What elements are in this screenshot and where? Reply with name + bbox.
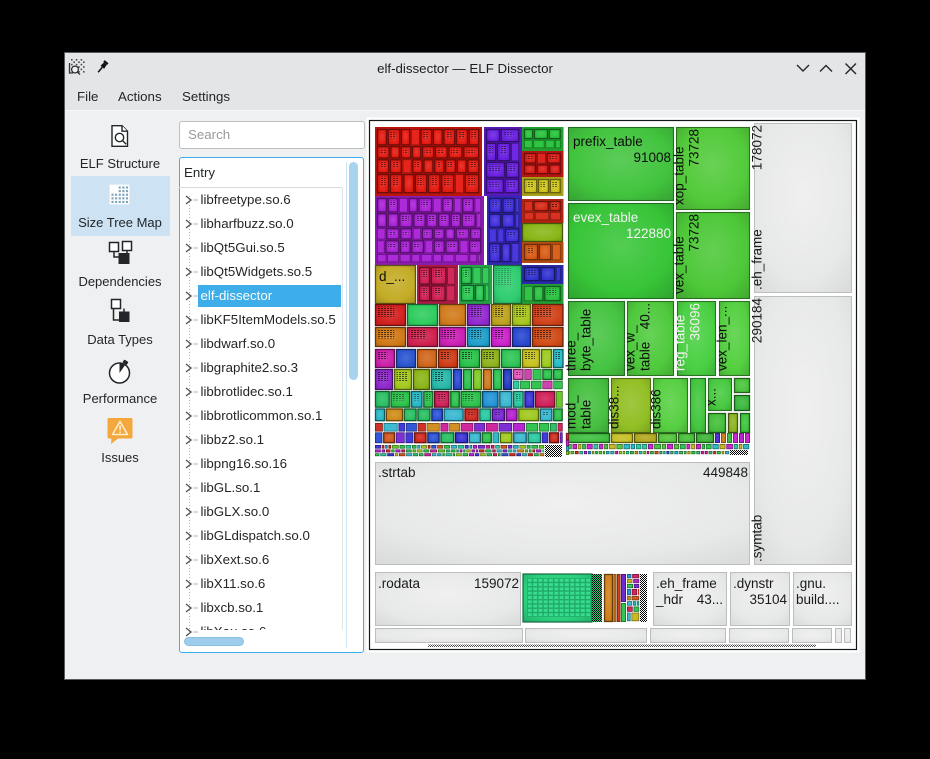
svg-text:290184: 290184 (750, 298, 765, 344)
svg-text:vex_table: vex_table (672, 236, 687, 294)
svg-text:three_: three_ (564, 332, 579, 371)
svg-text:byte_table: byte_table (579, 309, 594, 371)
svg-text:.rodata: .rodata (378, 576, 421, 591)
svg-text:dis38...: dis38... (607, 385, 622, 429)
svg-text:evex_table: evex_table (573, 210, 638, 225)
svg-text:178072: 178072 (750, 125, 765, 170)
svg-text:.strtab: .strtab (378, 465, 416, 480)
svg-text:91008: 91008 (633, 150, 671, 165)
svg-text:xop_table: xop_table (672, 146, 687, 205)
svg-text:73728: 73728 (687, 129, 702, 167)
svg-text:.eh_frame: .eh_frame (750, 229, 765, 290)
svg-text:40...: 40... (638, 303, 653, 329)
svg-text:73728: 73728 (687, 214, 702, 252)
svg-text:122880: 122880 (626, 226, 671, 241)
svg-text:d_...: d_... (379, 269, 405, 284)
svg-text:table: table (579, 400, 594, 429)
svg-text:vex_w_: vex_w_ (623, 325, 638, 371)
svg-text:.dynstr: .dynstr (733, 576, 774, 591)
svg-text:_hdr: _hdr (655, 592, 684, 607)
svg-text:x...: x... (704, 388, 719, 406)
svg-text:.symtab: .symtab (750, 515, 765, 562)
svg-text:36096: 36096 (688, 303, 703, 341)
svg-text:prefix_table: prefix_table (573, 134, 643, 149)
svg-text:mod_: mod_ (564, 395, 579, 429)
svg-text:vex_len_...: vex_len_... (715, 306, 730, 371)
svg-text:.eh_frame: .eh_frame (656, 576, 717, 591)
svg-text:35104: 35104 (749, 592, 787, 607)
svg-text:43...: 43... (697, 592, 723, 607)
svg-text:.gnu.: .gnu. (796, 576, 826, 591)
svg-text:build....: build.... (796, 592, 840, 607)
svg-text:dis386: dis386 (649, 389, 664, 429)
svg-text:449848: 449848 (703, 465, 748, 480)
svg-text:reg_table: reg_table (673, 315, 688, 371)
svg-text:159072: 159072 (474, 576, 519, 591)
svg-text:table: table (638, 342, 653, 371)
